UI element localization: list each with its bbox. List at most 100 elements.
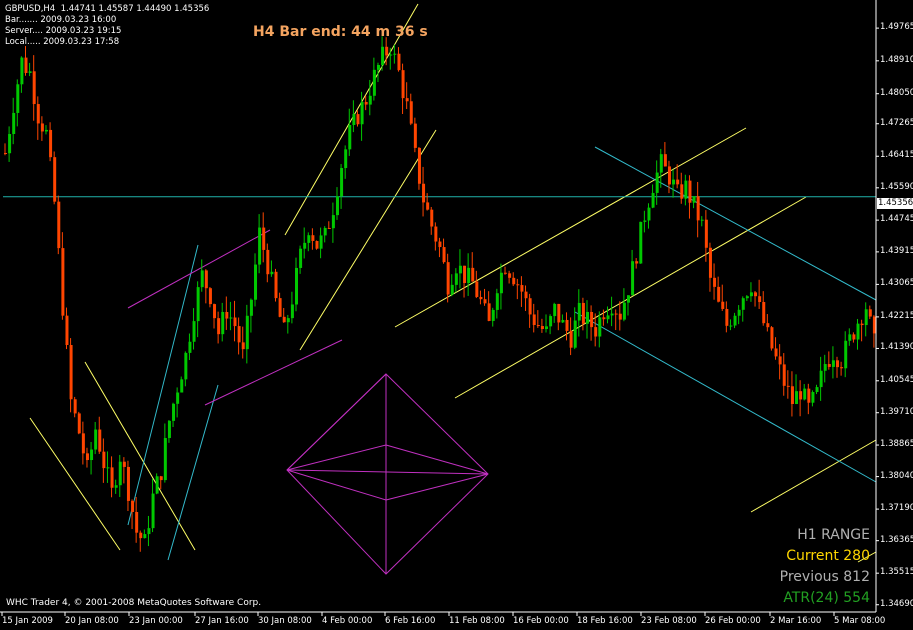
date-tick-label: 5 Mar 08:00	[834, 616, 886, 626]
candle-body	[766, 323, 770, 328]
candle-body	[438, 241, 442, 248]
candle-body	[344, 149, 348, 169]
diamond-outline	[286, 373, 489, 575]
candle-body	[586, 311, 589, 324]
candle-body	[655, 172, 659, 193]
candle-body	[16, 84, 20, 113]
candle-body	[94, 429, 98, 450]
candle	[692, 196, 696, 209]
candle-body	[229, 317, 233, 319]
candle-body	[139, 532, 143, 539]
date-tick-label: 26 Feb 00:00	[705, 616, 761, 626]
candle	[409, 93, 413, 126]
candle	[85, 447, 89, 468]
candle-body	[524, 291, 528, 299]
date-tick-label: 6 Feb 16:00	[385, 616, 436, 626]
candle	[278, 292, 282, 318]
candle-body	[180, 379, 184, 393]
candle	[467, 253, 471, 296]
candle-body	[692, 196, 696, 203]
candle-body	[442, 247, 446, 263]
candle	[840, 361, 844, 376]
chart-window[interactable]: GBPUSD,H4 1.44741 1.45587 1.44490 1.4535…	[0, 0, 913, 630]
candle	[303, 227, 307, 259]
candle	[639, 221, 643, 264]
candle-body	[340, 168, 344, 197]
candle-body	[225, 311, 229, 319]
candle	[381, 36, 385, 71]
candle-body	[434, 226, 438, 242]
candle-body	[409, 101, 413, 124]
range-panel-current: Current 280	[786, 548, 870, 564]
candle-body	[413, 123, 417, 148]
candle-body	[618, 313, 622, 320]
candle-body	[295, 267, 298, 305]
candle-body	[602, 317, 606, 320]
candle	[823, 354, 827, 383]
candle-body	[237, 326, 241, 343]
candle	[479, 290, 483, 305]
candle	[32, 55, 36, 121]
current-price-label: 1.45356	[877, 198, 913, 209]
candle	[565, 312, 569, 341]
candle	[487, 291, 491, 322]
symbol-ohlc-line: GBPUSD,H4 1.44741 1.45587 1.44490 1.4535…	[5, 4, 210, 14]
candle	[872, 315, 876, 348]
price-tick-label: 1.41390	[880, 342, 913, 353]
candle	[463, 265, 467, 298]
candle-body	[672, 179, 676, 185]
candle-body	[143, 534, 147, 539]
candle-body	[217, 318, 221, 335]
candle-body	[840, 367, 844, 369]
candle	[221, 302, 225, 342]
price-chart[interactable]	[0, 0, 913, 630]
candle	[69, 338, 73, 413]
candle-body	[499, 272, 503, 294]
candle-body	[614, 313, 618, 315]
candle	[790, 371, 794, 417]
candle-body	[200, 270, 204, 288]
candle	[684, 174, 688, 206]
candle-body	[725, 308, 729, 326]
candle-body	[795, 391, 799, 404]
candle	[516, 278, 520, 300]
candle-body	[512, 277, 516, 285]
candle-body	[69, 344, 73, 400]
candle-body	[147, 528, 151, 535]
candle-body	[131, 500, 135, 512]
candle-body	[758, 296, 762, 303]
candle	[430, 206, 434, 235]
candle	[610, 296, 614, 327]
diamond-edge	[286, 373, 387, 471]
candle-body	[262, 227, 266, 250]
price-tick-label: 1.40545	[880, 374, 913, 385]
candle-body	[491, 309, 495, 321]
candle-body	[163, 438, 167, 481]
bar-time-line: Bar....... 2009.03.23 16:00	[5, 15, 117, 25]
candle	[631, 249, 635, 296]
candle	[483, 288, 487, 306]
candle-body	[12, 112, 16, 135]
candle	[446, 253, 450, 303]
candle	[741, 296, 745, 322]
candle	[44, 125, 48, 135]
candle-body	[20, 57, 24, 85]
candle-body	[204, 270, 208, 289]
candle-body	[385, 46, 389, 56]
candle-body	[61, 248, 65, 316]
date-tick-label: 23 Jan 00:00	[129, 616, 183, 626]
candle-body	[721, 301, 725, 309]
price-tick-label: 1.37190	[880, 503, 913, 514]
candle-body	[606, 315, 610, 320]
candle-body	[368, 95, 372, 105]
candle-body	[303, 242, 307, 249]
candle-body	[40, 123, 44, 132]
price-tick-label: 1.46415	[880, 150, 913, 161]
candle-body	[450, 284, 454, 295]
candle-body	[696, 196, 700, 221]
candle	[762, 291, 766, 326]
candle-body	[106, 467, 110, 469]
candle	[774, 337, 778, 360]
candle	[356, 110, 360, 127]
price-tick-label: 1.44745	[880, 214, 913, 225]
